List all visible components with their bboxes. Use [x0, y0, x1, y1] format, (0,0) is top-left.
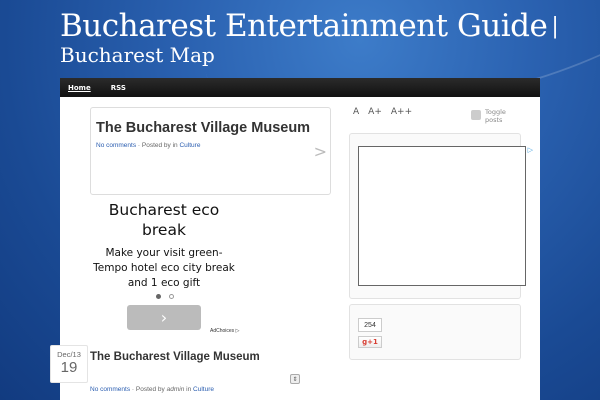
sidebar-ad-frame[interactable]: ▷: [358, 146, 533, 286]
ad-title[interactable]: Bucharest eco break: [90, 200, 238, 240]
featured-comments-link[interactable]: No comments: [96, 142, 136, 149]
chevron-right-icon: ›: [160, 308, 168, 327]
adchoices-label[interactable]: AdChoices ▷: [210, 328, 239, 334]
expand-toggle-icon[interactable]: ⇕: [290, 374, 300, 384]
site-title-text[interactable]: Bucharest Entertainment Guide: [60, 8, 548, 44]
main-nav: Home RSS: [60, 78, 540, 97]
post-meta: No comments · Posted by admin in Culture: [90, 386, 214, 393]
post-title[interactable]: The Bucharest Village Museum: [90, 351, 260, 363]
site-title[interactable]: Bucharest Entertainment Guide |: [60, 8, 559, 44]
post-date-day: 19: [60, 359, 78, 376]
featured-posted-by: · Posted by in: [137, 142, 178, 149]
featured-slider: The Bucharest Village Museum No comments…: [90, 107, 331, 195]
content-area: The Bucharest Village Museum No comments…: [50, 97, 540, 400]
ad-next-button[interactable]: ›: [127, 305, 201, 330]
ad-body[interactable]: Make your visit green- Tempo hotel eco c…: [90, 246, 238, 291]
post-date-month: Dec/13: [57, 350, 81, 359]
sidebar-ad-widget: ▷: [349, 133, 533, 299]
post-comments-link[interactable]: No comments: [90, 386, 130, 393]
post-posted-by: · Posted by: [131, 386, 165, 393]
post-in: in: [186, 386, 192, 393]
ad-pager-dot[interactable]: [169, 294, 174, 299]
font-size-large[interactable]: A+: [368, 107, 382, 117]
toggle-posts-label: Toggle posts: [485, 108, 506, 124]
ad-pager-dot-active[interactable]: [156, 294, 161, 299]
featured-category-link[interactable]: Culture: [179, 142, 200, 149]
font-size-xlarge[interactable]: A++: [391, 107, 412, 117]
nav-item-rss[interactable]: RSS: [111, 84, 126, 92]
slider-next-arrow-icon[interactable]: >: [314, 142, 327, 161]
title-separator: |: [551, 14, 559, 39]
post-date-badge: Dec/13 19: [50, 345, 88, 383]
share-count-badge: 254: [358, 318, 382, 332]
social-widget: 254 g+1: [349, 304, 521, 360]
font-size-controls: A A+ A++: [353, 107, 412, 117]
featured-post-meta: No comments · Posted by in Culture: [96, 142, 200, 149]
ad-pager: [156, 294, 174, 299]
toggle-icon: [471, 110, 481, 120]
google-plus-button[interactable]: g+1: [358, 336, 382, 348]
ad-unit[interactable]: Bucharest eco break Make your visit gree…: [90, 200, 238, 291]
font-size-normal[interactable]: A: [353, 107, 359, 117]
post-author: admin: [166, 386, 185, 393]
nav-item-home[interactable]: Home: [68, 84, 91, 92]
adchoices-icon[interactable]: ▷: [528, 146, 533, 154]
site-subtitle: Bucharest Map: [60, 43, 215, 67]
post-category-link[interactable]: Culture: [193, 386, 214, 393]
toggle-posts-button[interactable]: Toggle posts: [471, 108, 515, 124]
featured-post-title[interactable]: The Bucharest Village Museum: [96, 120, 310, 136]
